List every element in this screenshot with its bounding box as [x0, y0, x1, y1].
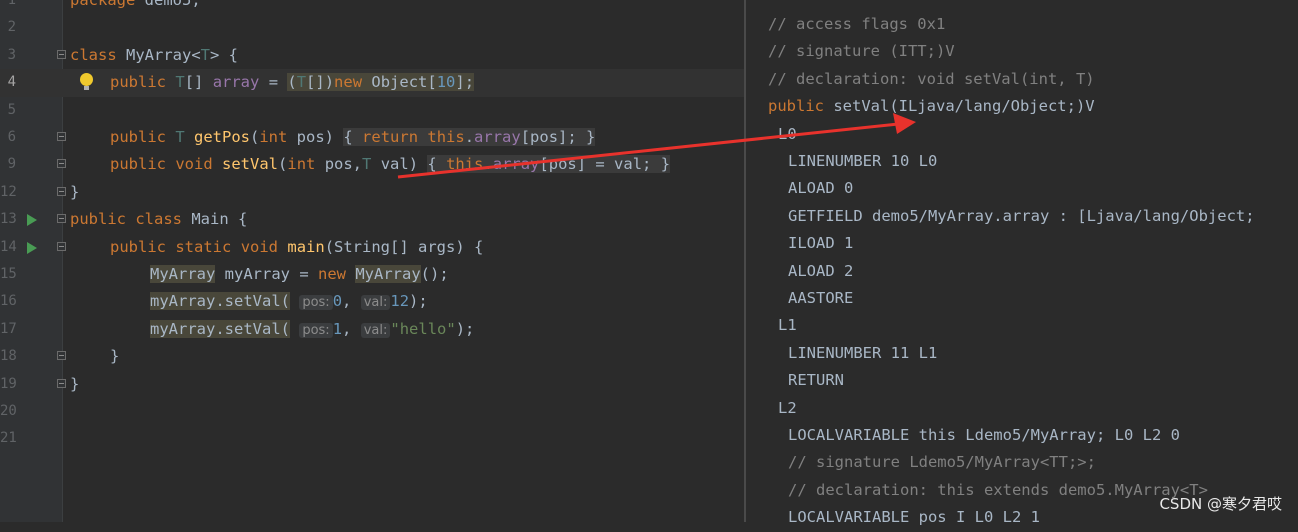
- watermark: CSDN @寒夕君哎: [1159, 495, 1282, 513]
- annotation-arrow: [397, 113, 916, 179]
